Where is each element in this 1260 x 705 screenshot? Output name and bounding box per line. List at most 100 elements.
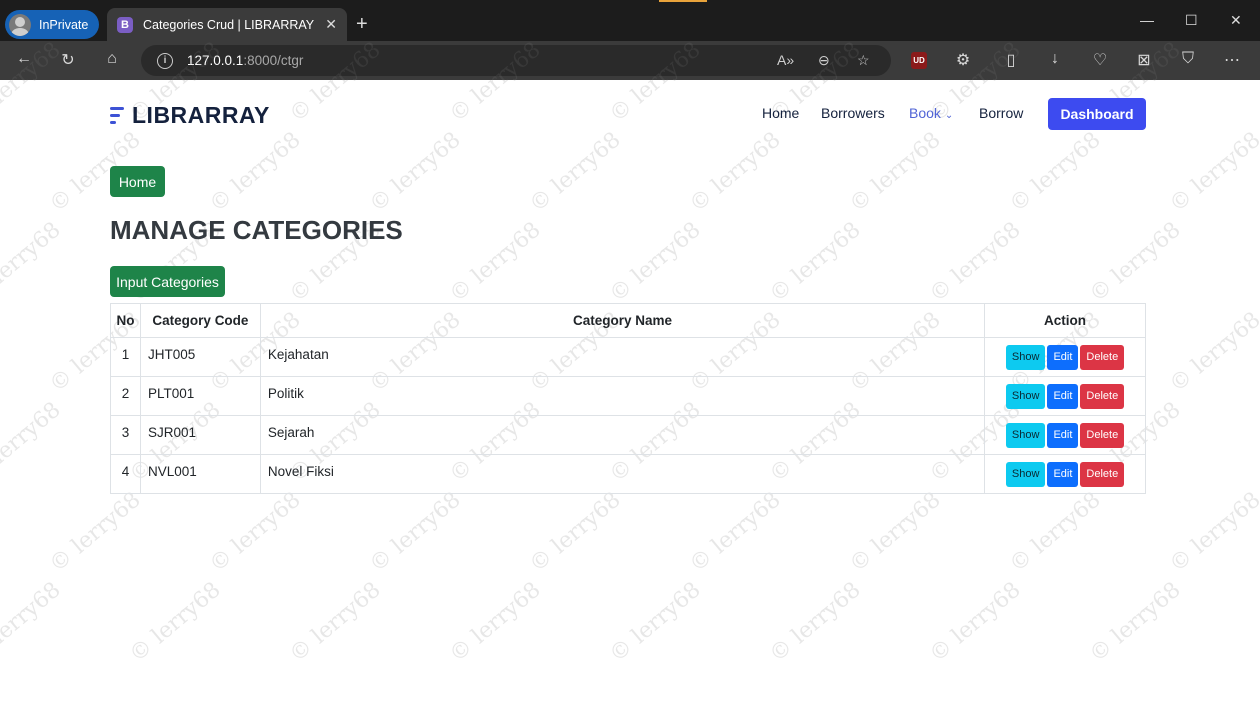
health-icon[interactable]: ♡ [1089, 50, 1111, 70]
show-button[interactable]: Show [1005, 345, 1046, 370]
tab-close-icon[interactable]: ✕ [325, 16, 337, 33]
chevron-down-icon: ⌄ [944, 110, 954, 121]
input-categories-button[interactable]: Input Categories [110, 266, 225, 297]
browser-tab[interactable]: B Categories Crud | LIBRARRAY ✕ [107, 8, 347, 41]
url-host: 127.0.0.1 [187, 53, 244, 68]
edit-button[interactable]: Edit [1047, 423, 1079, 448]
cell-actions: Show Edit Delete [984, 415, 1146, 455]
brand-logo[interactable]: LIBRARRAY [110, 102, 270, 129]
split-screen-icon[interactable]: ▯ [1000, 50, 1022, 70]
header-no: No [110, 303, 141, 338]
watermark-text: © lerry68 [44, 487, 146, 578]
watermark-text: © lerry68 [924, 217, 1026, 308]
cell-category-name: Novel Fiksi [259, 454, 986, 494]
tab-title: Categories Crud | LIBRARRAY [143, 17, 315, 32]
cell-actions: Show Edit Delete [984, 376, 1146, 416]
cell-category-code: PLT001 [139, 376, 261, 416]
math-solver-icon[interactable]: ⊠ [1133, 50, 1155, 70]
show-button[interactable]: Show [1005, 423, 1046, 448]
delete-button[interactable]: Delete [1080, 462, 1125, 487]
edit-button[interactable]: Edit [1047, 345, 1079, 370]
cell-category-name: Kejahatan [259, 337, 986, 377]
window-close-icon[interactable]: ✕ [1230, 12, 1242, 29]
new-tab-icon[interactable]: + [356, 13, 368, 36]
cell-no: 3 [110, 415, 141, 455]
nav-book-dropdown[interactable]: Book ⌄ [909, 105, 953, 121]
browser-toolbar: ← ↻ ⌂ i 127.0.0.1:8000/ctgr A» ⊖ ☆ UD ⚙ … [0, 41, 1260, 80]
watermark-text: © lerry68 [684, 127, 786, 218]
minimize-icon[interactable]: — [1140, 12, 1154, 28]
watermark-text: © lerry68 [0, 217, 66, 307]
watermark-text: © lerry68 [764, 577, 866, 668]
inprivate-label: InPrivate [39, 17, 89, 32]
cell-category-code: NVL001 [139, 454, 261, 494]
edit-button[interactable]: Edit [1047, 462, 1079, 487]
watermark-text: © lerry68 [524, 127, 626, 218]
watermark-text: © lerry68 [1084, 577, 1186, 668]
dashboard-button[interactable]: Dashboard [1048, 98, 1146, 130]
table-row: 1 JHT005 Kejahatan Show Edit Delete [110, 337, 1146, 377]
ublock-extension-icon[interactable]: UD [911, 52, 927, 69]
watermark-text: © lerry68 [764, 217, 866, 308]
page-title: MANAGE CATEGORIES [110, 215, 403, 245]
maximize-icon[interactable]: ☐ [1185, 12, 1198, 29]
bootstrap-favicon-icon: B [117, 16, 133, 33]
address-bar[interactable]: i 127.0.0.1:8000/ctgr A» ⊖ ☆ [141, 45, 891, 76]
profile-avatar-icon [9, 13, 31, 36]
url-path: :8000/ctgr [243, 53, 304, 68]
downloads-icon[interactable]: ↓ [1044, 50, 1066, 68]
delete-button[interactable]: Delete [1080, 345, 1125, 370]
site-info-icon[interactable]: i [157, 52, 173, 69]
table-row: 2 PLT001 Politik Show Edit Delete [110, 376, 1146, 416]
watermark-text: © lerry68 [364, 487, 466, 578]
cell-actions: Show Edit Delete [984, 337, 1146, 377]
show-button[interactable]: Show [1005, 462, 1046, 487]
watermark-text: © lerry68 [124, 577, 226, 668]
table-row: 3 SJR001 Sejarah Show Edit Delete [110, 415, 1146, 455]
read-aloud-icon[interactable]: A» [777, 52, 794, 68]
categories-table: No Category Code Category Name Action 1J… [110, 303, 1146, 494]
watermark-text: © lerry68 [444, 217, 546, 308]
watermark-text: © lerry68 [0, 397, 66, 487]
show-button[interactable]: Show [1005, 384, 1046, 409]
more-menu-icon[interactable]: ⋯ [1221, 50, 1243, 70]
watermark-text: © lerry68 [1164, 307, 1260, 398]
cell-no: 4 [110, 454, 141, 494]
table-header-row: No Category Code Category Name Action [110, 303, 1146, 338]
watermark-text: © lerry68 [604, 577, 706, 668]
watermark-text: © lerry68 [924, 577, 1026, 668]
nav-borrow[interactable]: Borrow [979, 105, 1023, 121]
extensions-icon[interactable]: ⚙ [952, 50, 974, 70]
brand-mark-icon [110, 106, 124, 126]
inprivate-badge[interactable]: InPrivate [5, 10, 99, 39]
cell-category-code: JHT005 [139, 337, 261, 377]
watermark-text: © lerry68 [284, 577, 386, 668]
zoom-icon[interactable]: ⊖ [818, 52, 830, 69]
browser-essentials-icon[interactable]: ⛉ [1177, 50, 1199, 68]
back-icon[interactable]: ← [13, 50, 35, 68]
watermark-text: © lerry68 [1084, 217, 1186, 308]
home-icon[interactable]: ⌂ [101, 50, 123, 68]
web-page: © lerry68 © lerry68 © lerry68 © lerry68 © le… [0, 37, 1260, 705]
favorite-star-icon[interactable]: ☆ [857, 52, 870, 69]
cell-no: 2 [110, 376, 141, 416]
cell-no: 1 [110, 337, 141, 377]
watermark-text: © lerry68 [204, 487, 306, 578]
nav-book-label: Book [909, 105, 941, 121]
home-button[interactable]: Home [110, 166, 165, 197]
watermark-text: © lerry68 [0, 577, 66, 667]
nav-home[interactable]: Home [762, 105, 799, 121]
watermark-text: © lerry68 [844, 487, 946, 578]
header-category-name: Category Name [259, 303, 986, 338]
delete-button[interactable]: Delete [1080, 423, 1125, 448]
watermark-text: © lerry68 [844, 127, 946, 218]
nav-borrowers[interactable]: Borrowers [821, 105, 885, 121]
refresh-icon[interactable]: ↻ [57, 50, 79, 70]
titlebar-accent [659, 0, 707, 2]
watermark-text: © lerry68 [684, 487, 786, 578]
edit-button[interactable]: Edit [1047, 384, 1079, 409]
brand-name: LIBRARRAY [132, 102, 270, 128]
delete-button[interactable]: Delete [1080, 384, 1125, 409]
header-action: Action [984, 303, 1146, 338]
watermark-text: © lerry68 [444, 577, 546, 668]
